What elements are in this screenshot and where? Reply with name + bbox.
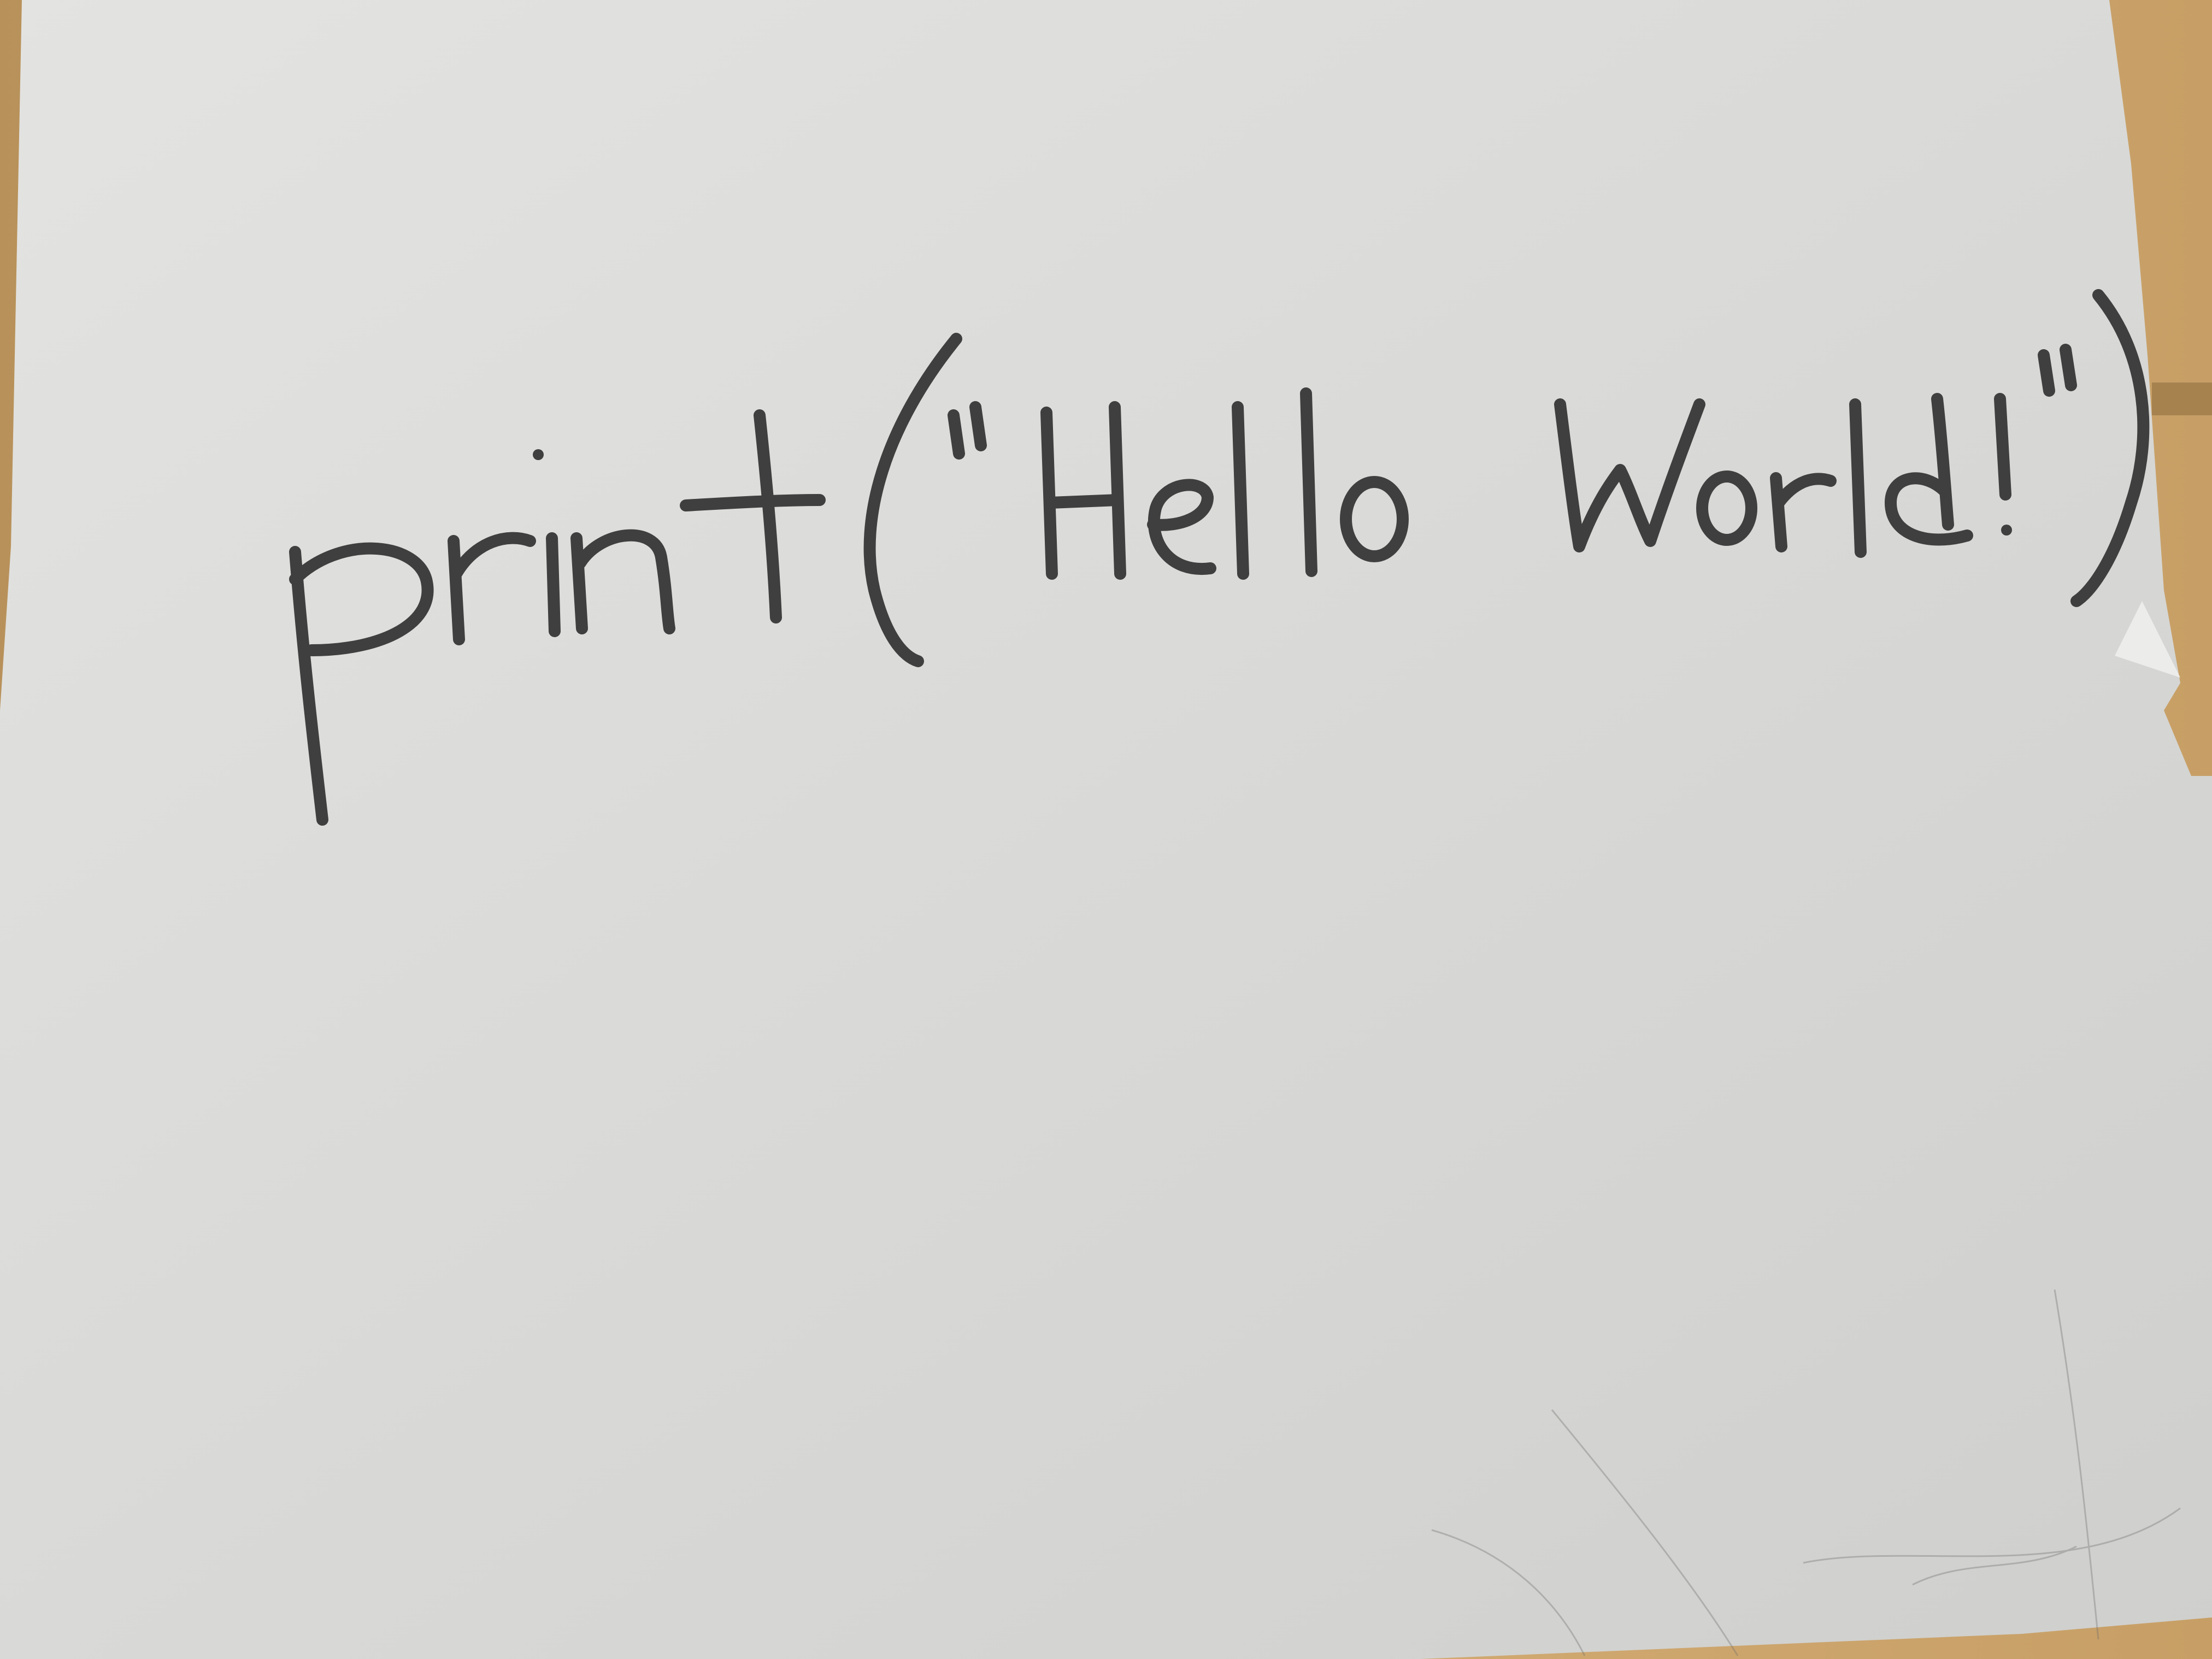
photo-scene: print("Hello World!") — [0, 0, 2212, 1659]
letter-l-1 — [1232, 401, 1249, 580]
letter-l-3 — [1849, 398, 1867, 558]
paper-sheet — [0, 0, 2212, 1659]
letter-l-2 — [1300, 387, 1317, 577]
paper-sheet-drawing: print("Hello World!") — [0, 0, 2212, 1659]
handwriting-text: print("Hello World!") — [1072, 1646, 1140, 1652]
